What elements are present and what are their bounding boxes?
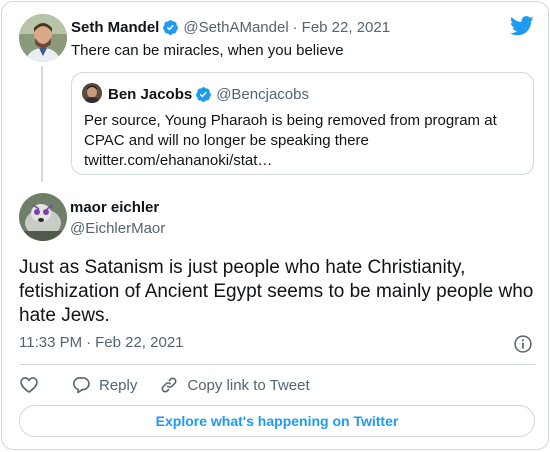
twitter-bird-icon[interactable] [510,16,534,36]
avatar-ben-jacobs [82,83,102,103]
avatar-maor-eichler[interactable] [19,193,67,241]
link-icon [161,377,177,393]
main-author-handle[interactable]: @EichlerMaor [70,220,165,237]
quoted-author-name: Ben Jacobs [108,85,193,103]
quoted-tweet-header: Ben Jacobs @Bencjacobs [108,84,309,104]
tweet-actions: Reply Copy link to Tweet [19,374,310,396]
reply-button[interactable]: Reply [71,375,137,395]
heart-icon [20,377,38,393]
quoted-tweet[interactable]: Ben Jacobs @Bencjacobs Per source, Young… [71,72,534,175]
quoted-tweet-text: Per source, Young Pharaoh is being remov… [84,112,497,169]
parent-author-handle[interactable]: @SethAMandel [183,19,288,36]
parent-tweet-date[interactable]: Feb 22, 2021 [302,19,390,36]
info-icon[interactable] [513,334,533,354]
main-author-name[interactable]: maor eichler [70,199,159,216]
tweet-embed-card: Seth Mandel @SethAMandel · Feb 22, 2021 … [1,1,549,450]
verified-badge-icon [163,19,179,35]
reply-label[interactable]: Reply [99,377,137,394]
reply-icon [73,377,90,394]
separator-dot: · [292,18,298,36]
tweet-date[interactable]: Feb 22, 2021 [95,334,183,351]
tweet-timestamp[interactable]: 11:33 PM · Feb 22, 2021 [19,334,184,351]
parent-tweet-text: There can be miracles, when you believe [71,42,344,59]
thread-connector-line [41,66,43,182]
avatar-seth-mandel[interactable] [19,14,67,62]
copy-link-label[interactable]: Copy link to Tweet [187,377,309,394]
main-tweet-text: Just as Satanism is just people who hate… [19,257,534,326]
parent-author-name[interactable]: Seth Mandel [71,19,159,36]
divider [19,364,535,365]
like-button[interactable] [19,375,39,395]
separator-dot: · [86,334,92,351]
copy-link-button[interactable]: Copy link to Tweet [159,375,310,395]
parent-tweet-header: Seth Mandel @SethAMandel · Feb 22, 2021 [71,17,390,37]
tweet-time[interactable]: 11:33 PM [19,334,82,351]
quoted-author-handle: @Bencjacobs [216,85,309,103]
explore-twitter-button[interactable]: Explore what's happening on Twitter [19,405,535,437]
verified-badge-icon [196,86,212,102]
